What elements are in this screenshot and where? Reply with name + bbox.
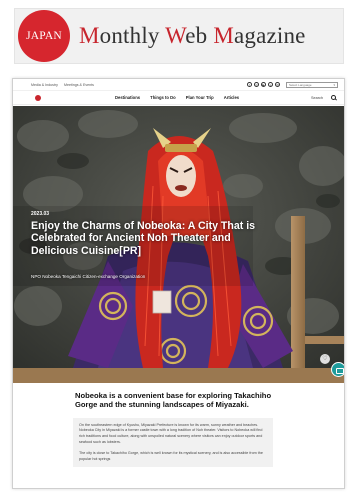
sun-logo-icon <box>35 94 41 101</box>
search-label[interactable]: Search <box>311 96 323 100</box>
magazine-title-part: M <box>79 23 100 48</box>
article-paragraph: The city is close to Takachiho Gorge, wh… <box>79 451 263 461</box>
article-organization: NPO Nobeoka Tengaichi Citizen-exchange O… <box>31 274 146 279</box>
site-logo[interactable] <box>31 94 45 101</box>
magazine-title: Monthly Web Magazine <box>79 23 306 49</box>
nav-item-destinations[interactable]: Destinations <box>115 95 140 100</box>
chat-icon[interactable] <box>331 362 344 377</box>
nav-item-plan-your-trip[interactable]: Plan Your Trip <box>186 95 214 100</box>
magazine-title-part: eb <box>185 23 214 48</box>
newsletter-icon[interactable]: ✉ <box>275 82 280 87</box>
article-lead: Nobeoka is a convenient base for explori… <box>75 391 272 410</box>
japan-logo-text: JAPAN <box>26 30 62 42</box>
magazine-title-part: M <box>213 23 234 48</box>
topbar-link-meetings[interactable]: Meetings & Events <box>64 83 94 87</box>
language-select[interactable]: Select Language ▾ <box>286 81 338 88</box>
facebook-icon[interactable]: f <box>247 82 252 87</box>
favorite-heart-icon[interactable]: ♡ <box>320 354 330 364</box>
youtube-icon[interactable]: ▶ <box>261 82 266 87</box>
nav-item-articles[interactable]: Articles <box>224 95 239 100</box>
article-paragraph-box: On the southeastern edge of Kyushu, Miya… <box>73 417 273 468</box>
social-links: f ◎ ▶ p ✉ <box>247 82 280 87</box>
japan-logo: JAPAN <box>18 10 70 62</box>
article-title: Enjoy the Charms of Nobeoka: A City That… <box>31 220 256 257</box>
magazine-title-part: onthly <box>99 23 166 48</box>
instagram-icon[interactable]: ◎ <box>254 82 259 87</box>
article-paragraph: On the southeastern edge of Kyushu, Miya… <box>79 422 263 444</box>
article-date: 2023.03 <box>31 211 50 217</box>
article-body: Nobeoka is a convenient base for explori… <box>73 391 273 468</box>
website-screenshot: Media & Industry Meetings & Events f ◎ ▶… <box>12 78 345 489</box>
magazine-title-part: agazine <box>233 23 306 48</box>
site-topbar: Media & Industry Meetings & Events f ◎ ▶… <box>13 79 344 91</box>
topbar-link-media[interactable]: Media & Industry <box>31 83 58 87</box>
language-select-label: Select Language <box>289 82 312 87</box>
magazine-banner: JAPAN Monthly Web Magazine <box>14 8 344 64</box>
search-area[interactable]: Search <box>311 95 336 100</box>
site-navbar: Destinations Things to Do Plan Your Trip… <box>13 91 344 105</box>
search-icon[interactable] <box>331 95 336 100</box>
pinterest-icon[interactable]: p <box>268 82 273 87</box>
hero-image: 2023.03 Enjoy the Charms of Nobeoka: A C… <box>13 106 344 383</box>
magazine-title-part: W <box>165 23 186 48</box>
main-nav: Destinations Things to Do Plan Your Trip… <box>115 95 239 100</box>
nav-item-things-to-do[interactable]: Things to Do <box>150 95 176 100</box>
chevron-down-icon: ▾ <box>333 82 335 87</box>
